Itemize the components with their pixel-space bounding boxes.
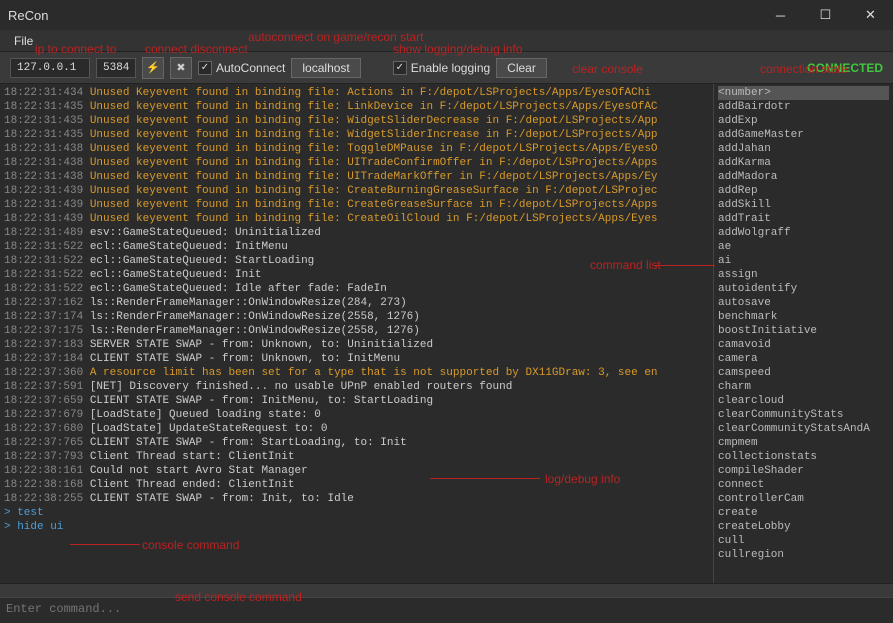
maximize-button[interactable]: ☐ [803,0,848,30]
window-title: ReCon [8,8,48,23]
command-item[interactable]: boostInitiative [718,324,889,338]
command-item[interactable]: addMadora [718,170,889,184]
log-line: 18:22:31:435 Unused keyevent found in bi… [4,128,709,142]
log-line: 18:22:31:439 Unused keyevent found in bi… [4,212,709,226]
command-item[interactable]: addTrait [718,212,889,226]
connect-button[interactable]: ⚡ [142,57,164,79]
command-item[interactable]: createLobby [718,520,889,534]
command-item[interactable]: camera [718,352,889,366]
command-item[interactable]: cullregion [718,548,889,562]
log-line: 18:22:31:438 Unused keyevent found in bi… [4,142,709,156]
plug-icon: ⚡ [146,61,160,74]
command-item[interactable]: camavoid [718,338,889,352]
log-line: 18:22:37:174 ls::RenderFrameManager::OnW… [4,310,709,324]
command-item[interactable]: ae [718,240,889,254]
clear-button[interactable]: Clear [496,58,547,78]
log-line: 18:22:31:438 Unused keyevent found in bi… [4,156,709,170]
autoconnect-label: AutoConnect [216,61,285,75]
log-line: 18:22:37:162 ls::RenderFrameManager::OnW… [4,296,709,310]
toolbar: ⚡ ✖ ✓ AutoConnect localhost ✓ Enable log… [0,52,893,84]
command-item[interactable]: addRep [718,184,889,198]
command-item[interactable]: addJahan [718,142,889,156]
command-input-bar [0,597,893,623]
localhost-button[interactable]: localhost [291,58,360,78]
titlebar: ReCon ─ ☐ ✕ [0,0,893,30]
log-line: 18:22:37:680 [LoadState] UpdateStateRequ… [4,422,709,436]
log-line: 18:22:38:255 CLIENT STATE SWAP - from: I… [4,492,709,506]
command-item[interactable]: cmpmem [718,436,889,450]
connection-state: CONNECTED [807,61,883,75]
command-item[interactable]: autosave [718,296,889,310]
command-item[interactable]: clearCommunityStatsAndA [718,422,889,436]
log-line: 18:22:31:522 ecl::GameStateQueued: Idle … [4,282,709,296]
command-item[interactable]: addSkill [718,198,889,212]
unplug-icon: ✖ [176,61,185,74]
log-line: 18:22:37:360 A resource limit has been s… [4,366,709,380]
command-item[interactable]: create [718,506,889,520]
command-item[interactable]: <number> [718,86,889,100]
log-line: 18:22:31:439 Unused keyevent found in bi… [4,198,709,212]
log-line: 18:22:37:765 CLIENT STATE SWAP - from: S… [4,436,709,450]
command-item[interactable]: clearcloud [718,394,889,408]
command-item[interactable]: connect [718,478,889,492]
command-panel[interactable]: <number>addBairdotraddExpaddGameMasterad… [713,84,893,583]
command-item[interactable]: compileShader [718,464,889,478]
log-line: 18:22:31:522 ecl::GameStateQueued: Init [4,268,709,282]
command-item[interactable]: ai [718,254,889,268]
command-item[interactable]: controllerCam [718,492,889,506]
command-item[interactable]: camspeed [718,366,889,380]
command-item[interactable]: addWolgraff [718,226,889,240]
check-icon: ✓ [393,61,407,75]
port-input[interactable] [96,58,136,78]
log-line: 18:22:37:793 Client Thread start: Client… [4,450,709,464]
check-icon: ✓ [198,61,212,75]
log-panel[interactable]: 18:22:31:434 Unused Keyevent found in bi… [0,84,713,583]
menu-file[interactable]: File [6,32,41,50]
log-line: 18:22:31:435 Unused keyevent found in bi… [4,114,709,128]
log-line: 18:22:31:522 ecl::GameStateQueued: InitM… [4,240,709,254]
log-line: 18:22:37:679 [LoadState] Queued loading … [4,408,709,422]
log-line: 18:22:31:439 Unused keyevent found in bi… [4,184,709,198]
command-item[interactable]: clearCommunityStats [718,408,889,422]
log-line: 18:22:38:168 Client Thread ended: Client… [4,478,709,492]
disconnect-button[interactable]: ✖ [170,57,192,79]
command-item[interactable]: benchmark [718,310,889,324]
log-line: 18:22:37:183 SERVER STATE SWAP - from: U… [4,338,709,352]
log-line: 18:22:31:434 Unused Keyevent found in bi… [4,86,709,100]
command-item[interactable]: autoidentify [718,282,889,296]
log-line: 18:22:31:435 Unused keyevent found in bi… [4,100,709,114]
menubar: File [0,30,893,52]
log-line: 18:22:31:489 esv::GameStateQueued: Unini… [4,226,709,240]
command-item[interactable]: collectionstats [718,450,889,464]
log-line: 18:22:38:161 Could not start Avro Stat M… [4,464,709,478]
command-item[interactable]: charm [718,380,889,394]
log-line: > hide ui [4,520,709,534]
command-item[interactable]: assign [718,268,889,282]
log-line: 18:22:37:175 ls::RenderFrameManager::OnW… [4,324,709,338]
command-item[interactable]: addGameMaster [718,128,889,142]
command-item[interactable]: addExp [718,114,889,128]
log-line: > test [4,506,709,520]
enable-logging-checkbox[interactable]: ✓ Enable logging [393,61,490,75]
horizontal-scrollbar[interactable] [0,583,893,597]
command-item[interactable]: cull [718,534,889,548]
enable-logging-label: Enable logging [411,61,490,75]
autoconnect-checkbox[interactable]: ✓ AutoConnect [198,61,285,75]
log-line: 18:22:31:438 Unused keyevent found in bi… [4,170,709,184]
main: 18:22:31:434 Unused Keyevent found in bi… [0,84,893,583]
log-line: 18:22:31:522 ecl::GameStateQueued: Start… [4,254,709,268]
log-line: 18:22:37:184 CLIENT STATE SWAP - from: U… [4,352,709,366]
command-item[interactable]: addBairdotr [718,100,889,114]
ip-input[interactable] [10,58,90,78]
log-line: 18:22:37:591 [NET] Discovery finished...… [4,380,709,394]
command-input[interactable] [6,602,887,616]
minimize-button[interactable]: ─ [758,0,803,30]
command-item[interactable]: addKarma [718,156,889,170]
close-button[interactable]: ✕ [848,0,893,30]
log-line: 18:22:37:659 CLIENT STATE SWAP - from: I… [4,394,709,408]
